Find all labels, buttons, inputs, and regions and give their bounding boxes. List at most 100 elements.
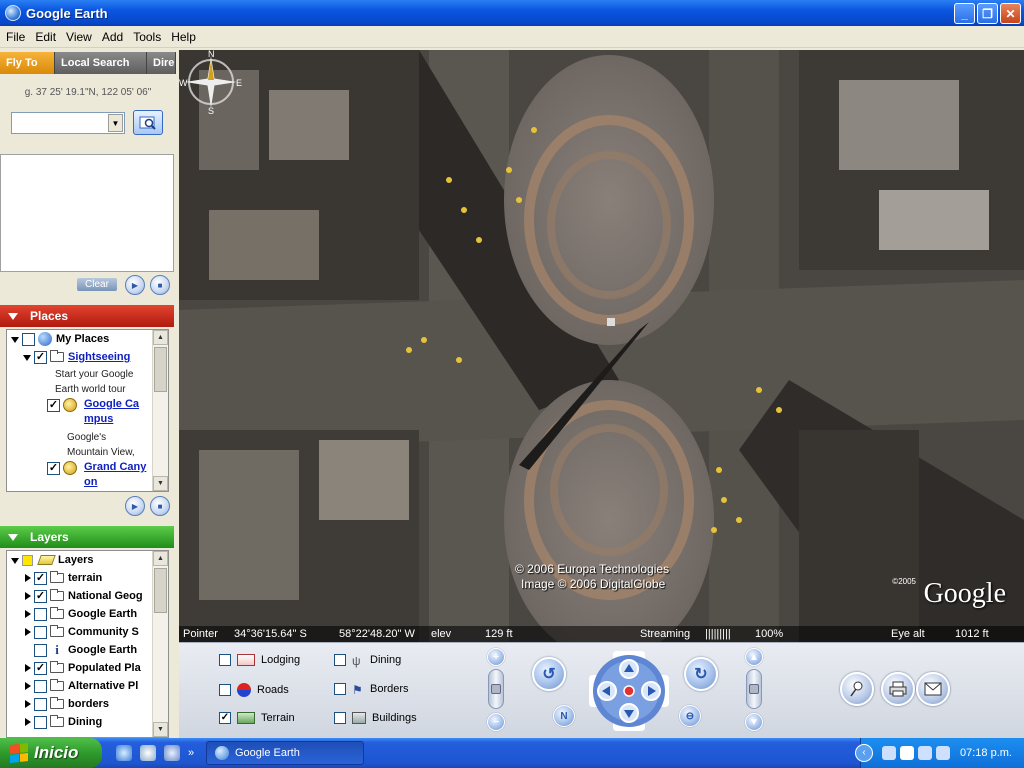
layer-item[interactable]: Alternative Pl bbox=[23, 677, 138, 695]
scroll-down-icon[interactable]: ▼ bbox=[153, 476, 168, 491]
checkbox[interactable] bbox=[219, 654, 231, 666]
checkbox[interactable]: ✓ bbox=[34, 571, 47, 585]
scroll-thumb[interactable] bbox=[154, 568, 167, 613]
dropdown-arrow-icon[interactable]: ▼ bbox=[108, 114, 123, 132]
checkbox[interactable]: ✓ bbox=[34, 350, 47, 364]
checkbox[interactable] bbox=[219, 684, 231, 696]
rotate-cw-icon[interactable]: ↻ bbox=[684, 657, 718, 691]
taskbar-item-google-earth[interactable]: Google Earth bbox=[206, 741, 364, 765]
tab-directions[interactable]: Dire bbox=[147, 52, 176, 74]
north-up-icon[interactable]: N bbox=[553, 705, 575, 727]
layer-item[interactable]: borders bbox=[23, 695, 109, 713]
stop-tour-icon[interactable]: ■ bbox=[150, 275, 170, 295]
menu-help[interactable]: Help bbox=[166, 26, 201, 48]
expand-icon[interactable] bbox=[23, 573, 32, 583]
layers-scrollbar[interactable]: ▲ ▼ bbox=[152, 551, 168, 737]
search-results[interactable] bbox=[0, 154, 174, 272]
tree-item-grand-canyon[interactable]: ✓ bbox=[47, 459, 81, 477]
rotate-ccw-icon[interactable]: ↺ bbox=[532, 657, 566, 691]
placemark-button[interactable] bbox=[840, 672, 874, 706]
scroll-down-icon[interactable]: ▼ bbox=[153, 722, 168, 737]
tilt-up-icon[interactable]: ▲ bbox=[745, 648, 763, 666]
expand-icon[interactable] bbox=[23, 681, 32, 691]
zoom-out-icon[interactable]: − bbox=[487, 713, 505, 731]
scroll-up-icon[interactable]: ▲ bbox=[153, 330, 168, 345]
checkbox[interactable]: ✓ bbox=[34, 589, 47, 603]
toggle-dining[interactable]: ψ Dining bbox=[334, 654, 401, 668]
zoom-slider-knob[interactable] bbox=[491, 684, 501, 694]
toggle-terrain[interactable]: ✓ Terrain bbox=[219, 712, 295, 724]
expand-icon[interactable] bbox=[11, 556, 20, 565]
quick-launch-more-icon[interactable]: » bbox=[188, 747, 194, 759]
expand-icon[interactable] bbox=[23, 627, 32, 637]
search-button[interactable] bbox=[133, 110, 163, 135]
expand-icon[interactable] bbox=[23, 663, 32, 673]
internet-explorer-icon[interactable] bbox=[116, 745, 132, 761]
tab-fly-to[interactable]: Fly To bbox=[0, 52, 55, 74]
tree-item-sightseeing[interactable]: ✓ Sightseeing bbox=[23, 348, 130, 366]
title-bar[interactable]: Google Earth _ ❐ ✕ bbox=[0, 0, 1024, 26]
layer-item[interactable]: ✓ terrain bbox=[23, 569, 102, 587]
flyto-input[interactable]: ▼ bbox=[11, 112, 125, 134]
menu-edit[interactable]: Edit bbox=[30, 26, 61, 48]
layer-item[interactable]: Dining bbox=[23, 713, 102, 731]
checkbox[interactable] bbox=[34, 625, 47, 639]
zoom-slider[interactable] bbox=[488, 669, 504, 709]
checkbox[interactable]: ✓ bbox=[47, 398, 60, 412]
reset-tilt-icon[interactable]: ⊖ bbox=[679, 705, 701, 727]
partial-checkbox[interactable] bbox=[22, 554, 33, 566]
menu-file[interactable]: File bbox=[1, 26, 30, 48]
desktop-icon[interactable] bbox=[164, 745, 180, 761]
toggle-buildings[interactable]: Buildings bbox=[334, 712, 417, 724]
layer-item[interactable]: ✓ Populated Pla bbox=[23, 659, 141, 677]
minimize-button[interactable]: _ bbox=[954, 3, 975, 24]
navigation-pad[interactable] bbox=[587, 649, 671, 733]
checkbox[interactable]: ✓ bbox=[34, 661, 47, 675]
menu-tools[interactable]: Tools bbox=[128, 26, 166, 48]
checkbox[interactable] bbox=[22, 332, 35, 346]
tilt-down-icon[interactable]: ▼ bbox=[745, 713, 763, 731]
checkbox[interactable]: ✓ bbox=[219, 712, 231, 724]
expand-icon[interactable] bbox=[23, 353, 32, 362]
places-header[interactable]: Places bbox=[0, 305, 174, 327]
expand-icon[interactable] bbox=[23, 699, 32, 709]
clear-button[interactable]: Clear bbox=[77, 278, 117, 291]
monitor-icon[interactable] bbox=[918, 746, 933, 760]
close-button[interactable]: ✕ bbox=[1000, 3, 1021, 24]
map-view[interactable]: N E S W © 2006 Europa Technologies Image… bbox=[179, 50, 1024, 642]
menu-view[interactable]: View bbox=[61, 26, 97, 48]
places-tree[interactable]: My Places ✓ Sightseeing Start your Googl… bbox=[6, 329, 169, 492]
checkbox[interactable] bbox=[34, 715, 47, 729]
print-button[interactable] bbox=[881, 672, 915, 706]
volume-icon[interactable] bbox=[936, 746, 951, 760]
tilt-slider-knob[interactable] bbox=[749, 684, 759, 694]
scroll-up-icon[interactable]: ▲ bbox=[153, 551, 168, 566]
checkbox[interactable] bbox=[334, 683, 346, 695]
scroll-thumb[interactable] bbox=[154, 347, 167, 392]
network-icon[interactable] bbox=[882, 746, 897, 760]
expand-icon[interactable] bbox=[23, 609, 32, 619]
tilt-slider[interactable] bbox=[746, 669, 762, 709]
toggle-roads[interactable]: Roads bbox=[219, 683, 289, 697]
checkbox[interactable] bbox=[334, 712, 346, 724]
panda-icon[interactable] bbox=[900, 746, 915, 760]
menu-add[interactable]: Add bbox=[97, 26, 128, 48]
tree-item-layers-root[interactable]: Layers bbox=[11, 551, 93, 569]
grand-canyon-link[interactable]: Grand Cany on bbox=[84, 460, 150, 490]
checkbox[interactable]: ✓ bbox=[47, 461, 60, 475]
checkbox[interactable] bbox=[34, 643, 47, 657]
expand-icon[interactable] bbox=[23, 717, 32, 727]
tab-local-search[interactable]: Local Search bbox=[55, 52, 147, 74]
zoom-in-icon[interactable]: + bbox=[487, 648, 505, 666]
play-tour-icon[interactable]: ▶ bbox=[125, 275, 145, 295]
google-campus-link[interactable]: Google Ca mpus bbox=[84, 397, 146, 427]
media-player-icon[interactable] bbox=[140, 745, 156, 761]
stop-places-icon[interactable]: ■ bbox=[150, 496, 170, 516]
toggle-lodging[interactable]: Lodging bbox=[219, 654, 300, 666]
start-button[interactable]: Inicio bbox=[0, 738, 102, 768]
places-scrollbar[interactable]: ▲ ▼ bbox=[152, 330, 168, 491]
maximize-button[interactable]: ❐ bbox=[977, 3, 998, 24]
layers-tree[interactable]: Layers ✓ terrain ✓ National Geog Google Eart… bbox=[6, 550, 169, 738]
layers-header[interactable]: Layers bbox=[0, 526, 174, 548]
layer-item[interactable]: Google Earth bbox=[23, 605, 137, 623]
